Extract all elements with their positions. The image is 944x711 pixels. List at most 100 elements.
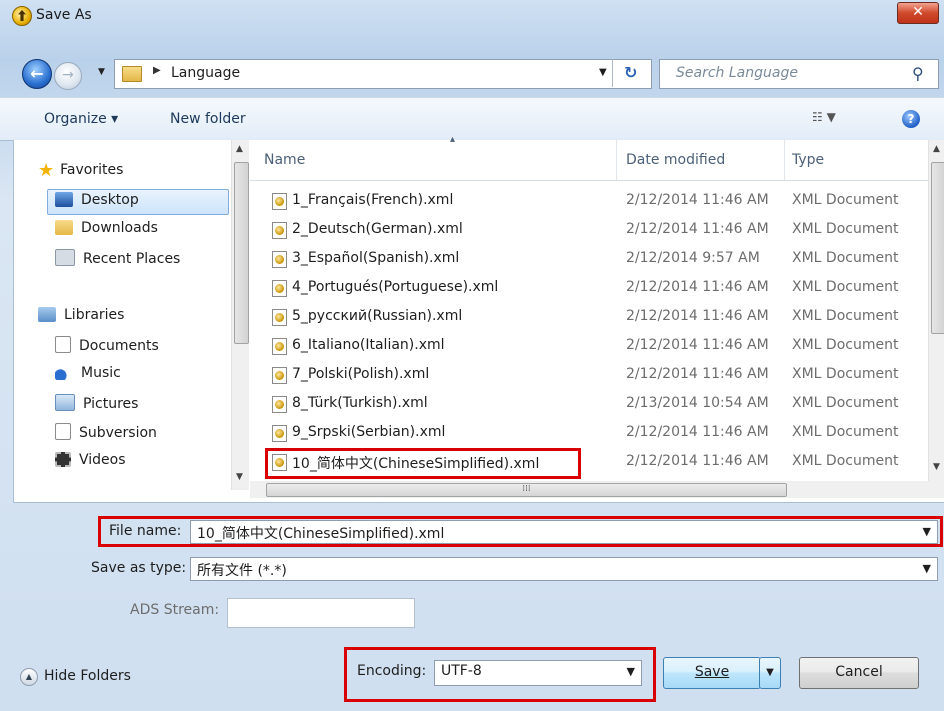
search-box[interactable]: Search Language ⚲ — [659, 59, 939, 89]
forward-button[interactable]: → — [54, 62, 82, 90]
xml-file-icon — [272, 396, 287, 413]
encoding-select[interactable]: UTF-8 ▼ — [434, 660, 642, 686]
file-name: 2_Deutsch(German).xml — [292, 221, 463, 237]
app-icon — [12, 6, 32, 26]
file-date: 2/12/2014 9:57 AM — [626, 250, 760, 266]
encoding-value: UTF-8 — [441, 663, 482, 679]
chevron-up-icon[interactable]: ▲ — [20, 668, 38, 686]
hide-folders-button[interactable]: Hide Folders — [44, 668, 131, 684]
file-vertical-scrollbar[interactable]: ▲ ▼ — [928, 140, 944, 481]
encoding-label: Encoding: — [357, 663, 427, 679]
column-header: Name ▴ Date modified Type — [250, 134, 928, 181]
breadcrumb-separator-icon[interactable]: ▶ — [153, 65, 161, 76]
nav-label: Pictures — [83, 396, 139, 412]
file-type: XML Document — [792, 453, 899, 469]
search-placeholder[interactable]: Search Language — [676, 65, 798, 81]
xml-file-icon — [272, 425, 287, 442]
xml-file-icon — [272, 309, 287, 326]
save-type-value: 所有文件 (*.*) — [197, 563, 287, 579]
file-row[interactable]: 5_русский(Russian).xml 2/12/2014 11:46 A… — [250, 303, 928, 332]
refresh-icon: ↻ — [624, 63, 638, 82]
save-type-select[interactable]: 所有文件 (*.*) ▼ — [190, 557, 938, 581]
file-date: 2/12/2014 11:46 AM — [626, 366, 769, 382]
command-toolbar: Organize ▾ New folder — [0, 97, 944, 141]
file-horizontal-scrollbar[interactable]: ⁞⁞⁞ — [250, 481, 944, 498]
file-type: XML Document — [792, 192, 899, 208]
column-divider[interactable] — [616, 140, 617, 180]
nav-label: Recent Places — [83, 251, 181, 267]
recent-places-icon — [55, 249, 75, 266]
xml-file-icon — [272, 280, 287, 297]
nav-pictures[interactable]: Pictures — [55, 394, 138, 412]
file-row[interactable]: 2_Deutsch(German).xml 2/12/2014 11:46 AM… — [250, 216, 928, 245]
file-name: 3_Español(Spanish).xml — [292, 250, 460, 266]
refresh-button[interactable]: ↻ — [612, 59, 653, 87]
nav-documents[interactable]: Documents — [55, 336, 159, 354]
scroll-down-icon[interactable]: ▼ — [236, 472, 243, 482]
xml-file-icon — [272, 338, 287, 355]
new-folder-button[interactable]: New folder — [170, 111, 246, 127]
file-type: XML Document — [792, 308, 899, 324]
nav-videos[interactable]: Videos — [55, 452, 126, 468]
cancel-button[interactable]: Cancel — [799, 657, 919, 689]
nav-recent-places[interactable]: Recent Places — [55, 249, 180, 267]
highlight-box — [265, 448, 581, 479]
file-type: XML Document — [792, 366, 899, 382]
ads-stream-input[interactable] — [227, 598, 415, 628]
file-date: 2/12/2014 11:46 AM — [626, 337, 769, 353]
history-dropdown-icon[interactable]: ▼ — [98, 67, 105, 77]
nav-vertical-scrollbar[interactable]: ▲ ▼ — [231, 140, 249, 490]
column-divider[interactable] — [784, 140, 785, 180]
libraries-icon — [38, 307, 56, 322]
nav-desktop[interactable]: Desktop — [47, 189, 229, 215]
nav-scroll-thumb[interactable] — [234, 162, 249, 344]
column-name[interactable]: Name — [264, 152, 305, 168]
file-row[interactable]: 4_Portugués(Portuguese).xml 2/12/2014 11… — [250, 274, 928, 303]
file-row[interactable]: 1_Français(French).xml 2/12/2014 11:46 A… — [250, 187, 928, 216]
xml-file-icon — [272, 367, 287, 384]
downloads-icon — [55, 220, 73, 235]
change-view-icon[interactable]: ☷ ▼ — [812, 110, 862, 128]
column-type[interactable]: Type — [792, 152, 824, 168]
back-button[interactable]: ← — [22, 59, 52, 89]
pictures-icon — [55, 394, 75, 411]
file-scroll-thumb[interactable] — [931, 162, 944, 334]
save-button[interactable]: Save — [663, 657, 761, 689]
close-button[interactable]: ✕ — [897, 2, 939, 24]
file-date: 2/12/2014 11:46 AM — [626, 279, 769, 295]
address-bar[interactable]: ▶ Language ▼ — [114, 59, 652, 89]
search-icon[interactable]: ⚲ — [912, 64, 924, 83]
navigation-pane: ★ Favorites Desktop Downloads Recent Plac… — [14, 140, 230, 490]
xml-file-icon — [272, 222, 287, 239]
scroll-up-icon[interactable]: ▲ — [236, 144, 243, 154]
help-icon[interactable]: ? — [902, 110, 920, 128]
file-row[interactable]: 9_Srpski(Serbian).xml 2/12/2014 11:46 AM… — [250, 419, 928, 448]
file-type: XML Document — [792, 337, 899, 353]
nav-music[interactable]: Music — [55, 365, 121, 381]
file-date: 2/12/2014 11:46 AM — [626, 308, 769, 324]
chevron-down-icon[interactable]: ▼ — [923, 562, 931, 575]
scroll-down-icon[interactable]: ▼ — [933, 462, 940, 472]
nav-label: Documents — [79, 338, 159, 354]
file-type: XML Document — [792, 250, 899, 266]
address-dropdown-icon[interactable]: ▼ — [599, 67, 607, 78]
star-icon: ★ — [38, 160, 55, 181]
file-row[interactable]: 3_Español(Spanish).xml 2/12/2014 9:57 AM… — [250, 245, 928, 274]
nav-subversion[interactable]: Subversion — [55, 423, 157, 441]
save-options-dropdown-icon[interactable]: ▼ — [759, 657, 781, 689]
organize-menu[interactable]: Organize ▾ — [44, 111, 118, 127]
nav-libraries[interactable]: Libraries — [38, 307, 124, 323]
nav-favorites[interactable]: ★ Favorites — [38, 160, 123, 181]
file-row[interactable]: 8_Türk(Turkish).xml 2/13/2014 10:54 AM X… — [250, 390, 928, 419]
column-date-modified[interactable]: Date modified — [626, 152, 725, 168]
file-hscroll-thumb[interactable]: ⁞⁞⁞ — [266, 483, 787, 497]
documents-icon — [55, 336, 71, 353]
nav-downloads[interactable]: Downloads — [55, 220, 158, 236]
file-row[interactable]: 7_Polski(Polish).xml 2/12/2014 11:46 AM … — [250, 361, 928, 390]
scroll-up-icon[interactable]: ▲ — [933, 144, 940, 154]
title-bar: Save As ✕ — [0, 0, 944, 30]
file-type: XML Document — [792, 424, 899, 440]
breadcrumb-language[interactable]: Language — [171, 65, 240, 81]
file-row[interactable]: 6_Italiano(Italian).xml 2/12/2014 11:46 … — [250, 332, 928, 361]
chevron-down-icon[interactable]: ▼ — [627, 665, 635, 678]
